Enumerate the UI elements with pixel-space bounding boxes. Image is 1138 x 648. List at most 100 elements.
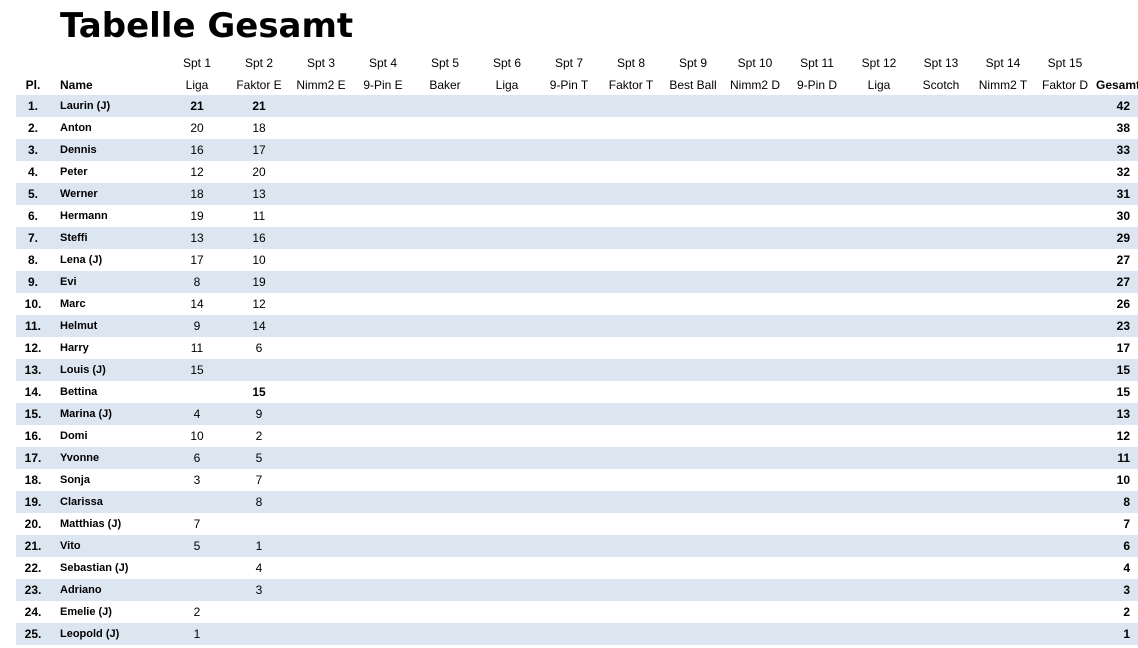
score-cell xyxy=(1034,205,1096,227)
score-cell: 16 xyxy=(228,227,290,249)
score-cell xyxy=(848,579,910,601)
table-row: 1. Laurin (J) 21 21 42 xyxy=(16,95,1138,117)
score-cell xyxy=(662,271,724,293)
score-cell xyxy=(414,139,476,161)
score-cell xyxy=(476,491,538,513)
score-cell xyxy=(290,117,352,139)
score-cell xyxy=(290,205,352,227)
score-cell xyxy=(786,337,848,359)
total-cell: 26 xyxy=(1116,297,1130,311)
score-cell xyxy=(848,249,910,271)
score-cell xyxy=(290,95,352,117)
player-name-cell: Steffi xyxy=(50,227,166,249)
total-cell: 2 xyxy=(1123,605,1130,619)
score-cell xyxy=(352,227,414,249)
score-cell xyxy=(414,601,476,623)
score-cell xyxy=(600,183,662,205)
score-cell xyxy=(538,513,600,535)
score-cell xyxy=(910,579,972,601)
score-cell xyxy=(910,557,972,579)
score-cell xyxy=(1034,95,1096,117)
score-cell xyxy=(848,139,910,161)
table-row: 20. Matthias (J) 7 7 xyxy=(16,513,1138,535)
score-cell xyxy=(662,535,724,557)
place-cell: 9. xyxy=(16,271,50,293)
header-game-type: Nimm2 T xyxy=(978,77,1028,92)
score-cell xyxy=(1034,227,1096,249)
score-cell xyxy=(414,447,476,469)
score-cell xyxy=(972,623,1034,645)
score-cell: 3 xyxy=(228,579,290,601)
player-name-cell: Marina (J) xyxy=(50,403,166,425)
score-cell xyxy=(910,535,972,557)
place-cell: 6. xyxy=(27,209,38,223)
score-cell xyxy=(848,271,910,293)
header-game-type: Faktor E xyxy=(236,77,282,92)
header-row-game-types: Pl. Name Liga Faktor E Nimm2 E 9-Pin E Baker… xyxy=(16,74,1138,95)
header-game-type: Liga xyxy=(495,77,519,92)
score-cell xyxy=(414,491,476,513)
score-cell: 11 xyxy=(252,209,266,223)
score-cell xyxy=(972,205,1034,227)
score-cell: 8 xyxy=(166,271,228,293)
score-cell: 7 xyxy=(255,473,263,487)
header-game-number: Spt 8 xyxy=(616,56,646,70)
score-cell: 21 xyxy=(228,95,290,117)
header-game-type: Scotch xyxy=(922,77,960,92)
score-cell: 14 xyxy=(190,297,204,311)
score-cell xyxy=(910,205,972,227)
total-cell: 10 xyxy=(1116,473,1130,487)
score-cell: 14 xyxy=(228,315,290,337)
score-cell xyxy=(662,557,724,579)
score-cell xyxy=(600,579,662,601)
table-row: 22. Sebastian (J) 4 4 xyxy=(16,557,1138,579)
score-cell xyxy=(290,403,352,425)
place-cell: 22. xyxy=(24,561,42,575)
score-cell xyxy=(786,293,848,315)
header-game-type: Nimm2 E xyxy=(296,77,346,92)
score-cell xyxy=(290,557,352,579)
score-cell xyxy=(848,337,910,359)
score-cell xyxy=(972,447,1034,469)
score-cell xyxy=(600,205,662,227)
score-cell xyxy=(848,623,910,645)
score-cell xyxy=(538,469,600,491)
score-cell xyxy=(786,315,848,337)
score-cell xyxy=(414,315,476,337)
score-cell xyxy=(538,579,600,601)
place-cell: 20. xyxy=(24,517,42,531)
score-cell xyxy=(290,139,352,161)
score-cell xyxy=(1034,249,1096,271)
table-row: 19. Clarissa 8 8 xyxy=(16,491,1138,513)
score-cell xyxy=(476,139,538,161)
score-cell xyxy=(166,491,228,513)
table-row: 18. Sonja 3 7 10 xyxy=(16,469,1138,491)
score-cell xyxy=(662,183,724,205)
score-cell xyxy=(476,183,538,205)
header-total: Gesamt xyxy=(1096,77,1138,92)
score-cell xyxy=(600,623,662,645)
header-game-number: Spt 7 xyxy=(554,56,584,70)
table-row: 8. Lena (J) 17 10 27 xyxy=(16,249,1138,271)
player-name-cell: Sebastian (J) xyxy=(60,562,129,574)
score-cell xyxy=(910,95,972,117)
place-cell: 4. xyxy=(27,165,38,179)
score-cell xyxy=(538,227,600,249)
place-cell: 16. xyxy=(24,429,42,443)
score-cell xyxy=(724,315,786,337)
player-name-cell: Anton xyxy=(60,122,92,134)
score-cell xyxy=(848,491,910,513)
score-cell xyxy=(290,425,352,447)
header-game-number: Spt 6 xyxy=(492,56,522,70)
place-cell: 17. xyxy=(16,447,50,469)
score-cell xyxy=(972,271,1034,293)
score-cell: 20 xyxy=(252,165,266,179)
score-cell xyxy=(352,491,414,513)
score-cell xyxy=(786,623,848,645)
score-cell xyxy=(352,469,414,491)
total-cell: 8 xyxy=(1096,491,1138,513)
score-cell xyxy=(910,271,972,293)
score-cell xyxy=(662,117,724,139)
score-cell: 5 xyxy=(166,535,228,557)
player-name-cell: Hermann xyxy=(60,210,108,222)
